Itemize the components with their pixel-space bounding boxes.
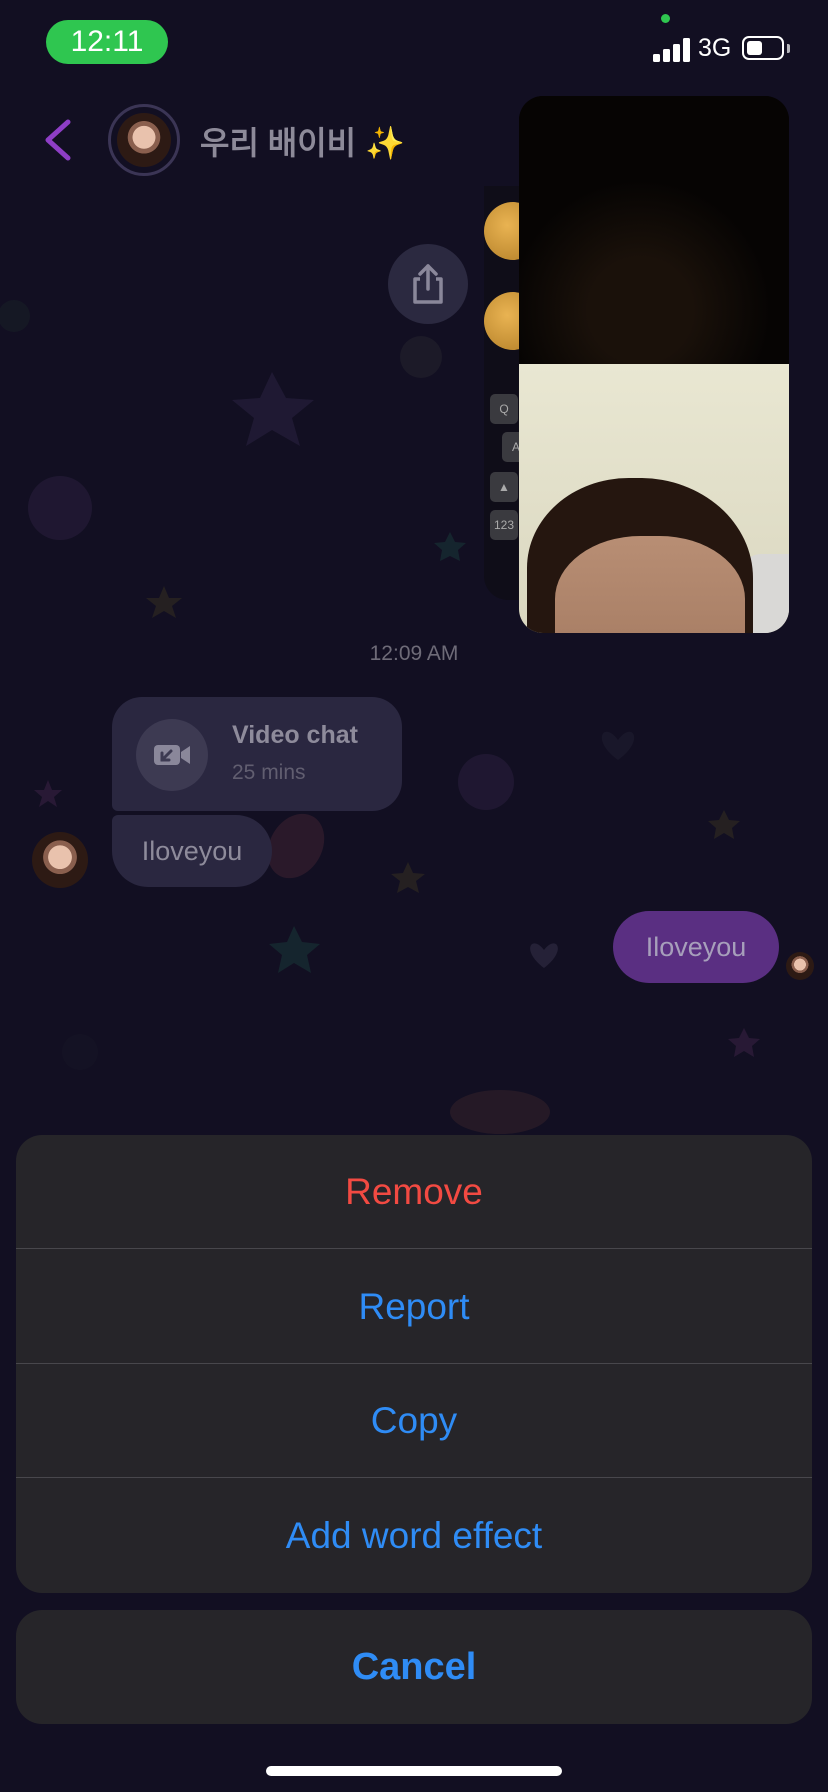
cancel-button[interactable]: Cancel <box>16 1610 812 1724</box>
read-receipt-avatar <box>786 952 814 980</box>
incoming-message-bubble[interactable]: Iloveyou <box>112 815 272 887</box>
chat-title[interactable]: 우리 배이비 ✨ <box>200 118 405 164</box>
message-action-sheet: Remove Report Copy Add word effect <box>16 1135 812 1593</box>
star-sticker <box>728 1028 760 1057</box>
video-chat-duration: 25 mins <box>232 761 306 784</box>
remove-button[interactable]: Remove <box>16 1135 812 1249</box>
remote-video-feed <box>519 96 789 364</box>
battery-icon <box>742 36 784 60</box>
home-indicator[interactable] <box>266 1766 562 1776</box>
signal-strength-icon <box>653 38 693 62</box>
keyboard-key: ▲ <box>490 472 518 502</box>
flower-sticker <box>458 754 514 810</box>
avatar-image <box>117 113 171 167</box>
flower-sticker <box>28 476 92 540</box>
video-camera-icon <box>154 745 190 765</box>
butterfly-sticker <box>450 1090 550 1134</box>
contact-avatar[interactable] <box>108 104 180 176</box>
report-button[interactable]: Report <box>16 1250 812 1364</box>
message-timestamp: 12:09 AM <box>369 642 459 665</box>
chevron-left-icon[interactable] <box>40 118 80 162</box>
copy-button[interactable]: Copy <box>16 1364 812 1478</box>
star-sticker <box>146 586 182 618</box>
outgoing-message-bubble[interactable]: Iloveyou <box>613 911 779 983</box>
status-time-pill[interactable]: 12:11 <box>46 20 168 64</box>
keyboard-key: 123 <box>490 510 518 540</box>
star-sticker <box>232 372 314 446</box>
smiley-sticker <box>0 300 30 332</box>
video-chat-title: Video chat <box>232 721 358 749</box>
star-sticker <box>708 810 740 839</box>
video-chat-message[interactable]: Video chat 25 mins <box>112 697 402 811</box>
video-camera-icon-wrap <box>136 719 208 791</box>
heart-sticker <box>530 943 558 968</box>
star-sticker <box>34 780 62 807</box>
share-icon <box>413 264 443 304</box>
star-sticker <box>391 862 425 893</box>
reaction-icon[interactable] <box>400 336 442 378</box>
smiley-sticker <box>62 1034 98 1070</box>
network-type: 3G <box>698 34 732 62</box>
keyboard-key: Q <box>490 394 518 424</box>
star-sticker <box>434 532 466 561</box>
star-sticker <box>269 926 320 973</box>
video-call-pip[interactable] <box>519 96 789 633</box>
sender-avatar[interactable] <box>32 832 88 888</box>
add-word-effect-button[interactable]: Add word effect <box>16 1479 812 1593</box>
share-button[interactable] <box>388 244 468 324</box>
status-time: 12:11 <box>70 25 144 58</box>
camera-in-use-indicator <box>661 14 670 23</box>
heart-sticker <box>601 731 635 760</box>
battery-tip <box>787 44 790 53</box>
